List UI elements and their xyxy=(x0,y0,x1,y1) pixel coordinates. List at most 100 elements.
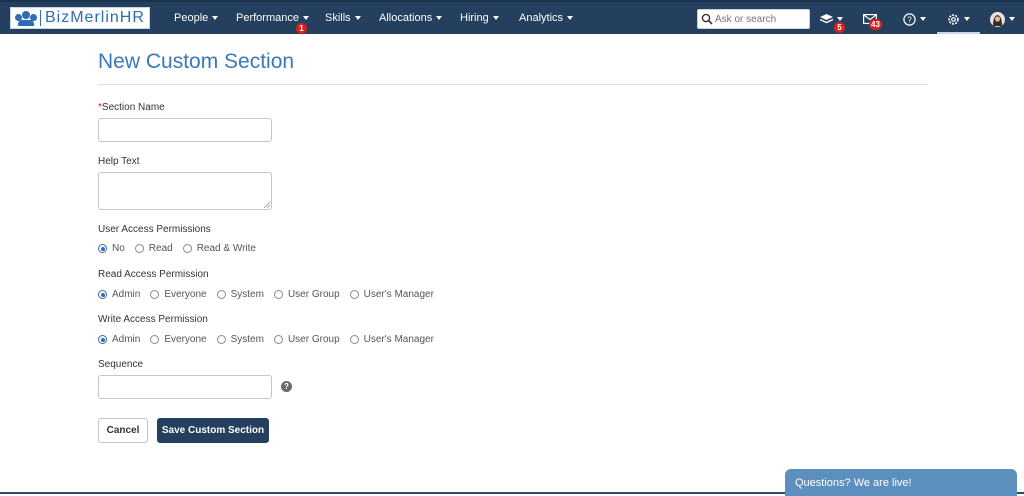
radio-unchecked[interactable] xyxy=(150,290,160,299)
radio-unchecked[interactable] xyxy=(349,290,359,299)
chevron-down-icon xyxy=(567,16,574,21)
avatar xyxy=(990,11,1005,27)
radio-label: User's Manager xyxy=(363,334,434,345)
chevron-down-icon xyxy=(920,17,926,21)
performance-badge: 1 xyxy=(296,23,307,34)
radio-unchecked[interactable] xyxy=(134,244,144,253)
help-circle-icon: ? xyxy=(903,12,916,26)
read-access-option-everyone[interactable]: Everyone xyxy=(150,289,207,300)
radio-label: User's Manager xyxy=(363,289,434,300)
resize-grip-icon[interactable] xyxy=(264,202,270,208)
radio-unchecked[interactable] xyxy=(216,290,226,299)
nav-allocations[interactable]: Allocations xyxy=(379,2,443,36)
search-input[interactable] xyxy=(715,10,807,28)
chevron-down-icon xyxy=(492,16,499,21)
section-name-input[interactable] xyxy=(98,118,272,142)
nav-skills-label: Skills xyxy=(325,12,351,24)
layers-badge: 5 xyxy=(834,22,845,33)
section-name-label: *Section Name xyxy=(98,102,165,113)
nav-analytics-label: Analytics xyxy=(519,12,564,24)
live-chat-label: Questions? We are live! xyxy=(795,477,912,489)
question-circle-icon[interactable]: ? xyxy=(281,381,292,392)
write-access-option-system[interactable]: System xyxy=(216,334,264,345)
chevron-down-icon xyxy=(436,16,443,21)
radio-label: Read & Write xyxy=(196,243,256,254)
help-text-textarea[interactable] xyxy=(98,172,272,210)
radio-checked[interactable] xyxy=(98,335,107,344)
user-access-option-read-write[interactable]: Read & Write xyxy=(182,243,256,254)
read-access-label: Read Access Permission xyxy=(98,269,209,280)
section-name-label-text: Section Name xyxy=(101,102,165,113)
search-icon xyxy=(701,13,713,25)
radio-checked[interactable] xyxy=(98,244,107,253)
radio-label: No xyxy=(112,243,125,254)
settings-active-indicator xyxy=(937,32,980,34)
write-access-option-admin[interactable]: Admin xyxy=(98,334,140,345)
layers-icon xyxy=(820,13,833,23)
radio-label: User Group xyxy=(287,334,340,345)
radio-label: System xyxy=(230,334,264,345)
chevron-down-icon xyxy=(1009,17,1015,21)
search-box[interactable] xyxy=(697,9,810,29)
read-access-radio-group: Admin Everyone System User Group User's … xyxy=(98,289,444,300)
help-button[interactable]: ? xyxy=(903,2,926,36)
sequence-label: Sequence xyxy=(98,359,144,370)
help-text-label: Help Text xyxy=(98,156,140,167)
radio-label: Everyone xyxy=(164,334,207,345)
top-navbar: BizMerlinHR People Performance 1 Skills … xyxy=(0,0,1024,34)
radio-label: Everyone xyxy=(164,289,207,300)
save-custom-section-button[interactable]: Save Custom Section xyxy=(157,418,269,443)
chevron-down-icon xyxy=(964,17,970,21)
mail-badge: 43 xyxy=(869,19,882,30)
radio-unchecked[interactable] xyxy=(349,335,359,344)
read-access-option-users-manager[interactable]: User's Manager xyxy=(349,289,434,300)
write-access-option-user-group[interactable]: User Group xyxy=(273,334,340,345)
logo-divider xyxy=(40,10,41,26)
radio-checked[interactable] xyxy=(98,290,107,299)
write-access-radio-group: Admin Everyone System User Group User's … xyxy=(98,334,444,345)
sequence-input[interactable] xyxy=(98,375,272,399)
chevron-down-icon xyxy=(354,16,361,21)
title-divider xyxy=(98,84,928,85)
settings-button[interactable] xyxy=(947,2,970,36)
logo-text: BizMerlinHR xyxy=(45,9,145,26)
cancel-button[interactable]: Cancel xyxy=(98,418,148,443)
gear-icon xyxy=(948,13,959,25)
radio-label: Admin xyxy=(112,334,141,345)
user-menu-button[interactable] xyxy=(990,2,1015,36)
nav-people-label: People xyxy=(174,12,209,24)
nav-hiring-label: Hiring xyxy=(460,12,489,24)
chevron-down-icon xyxy=(212,16,219,21)
user-access-label: User Access Permissions xyxy=(98,224,211,235)
nav-people[interactable]: People xyxy=(174,2,219,36)
radio-unchecked[interactable] xyxy=(150,335,160,344)
write-access-label: Write Access Permission xyxy=(98,314,208,325)
nav-allocations-label: Allocations xyxy=(379,12,433,24)
write-access-option-users-manager[interactable]: User's Manager xyxy=(349,334,434,345)
nav-hiring[interactable]: Hiring xyxy=(460,2,499,36)
page-title: New Custom Section xyxy=(98,50,295,73)
logo-people-icon xyxy=(15,10,37,26)
user-access-radio-group: No Read Read & Write xyxy=(98,243,266,254)
user-access-option-no[interactable]: No xyxy=(98,243,125,254)
radio-label: Admin xyxy=(112,289,141,300)
radio-unchecked[interactable] xyxy=(273,290,283,299)
read-access-option-admin[interactable]: Admin xyxy=(98,289,140,300)
nav-skills[interactable]: Skills xyxy=(325,2,361,36)
radio-unchecked[interactable] xyxy=(273,335,283,344)
radio-label: Read xyxy=(148,243,173,254)
write-access-option-everyone[interactable]: Everyone xyxy=(150,334,207,345)
nav-analytics[interactable]: Analytics xyxy=(519,2,574,36)
brand-logo[interactable]: BizMerlinHR xyxy=(10,7,150,29)
radio-label: User Group xyxy=(287,289,340,300)
user-access-option-read[interactable]: Read xyxy=(134,243,173,254)
radio-label: System xyxy=(230,289,264,300)
nav-performance-label: Performance xyxy=(236,12,299,24)
radio-unchecked[interactable] xyxy=(182,244,192,253)
live-chat-tab[interactable]: Questions? We are live! xyxy=(785,469,1017,496)
chevron-down-icon xyxy=(837,17,843,21)
read-access-option-user-group[interactable]: User Group xyxy=(273,289,340,300)
read-access-option-system[interactable]: System xyxy=(216,289,264,300)
chevron-down-icon xyxy=(302,16,309,21)
radio-unchecked[interactable] xyxy=(216,335,226,344)
